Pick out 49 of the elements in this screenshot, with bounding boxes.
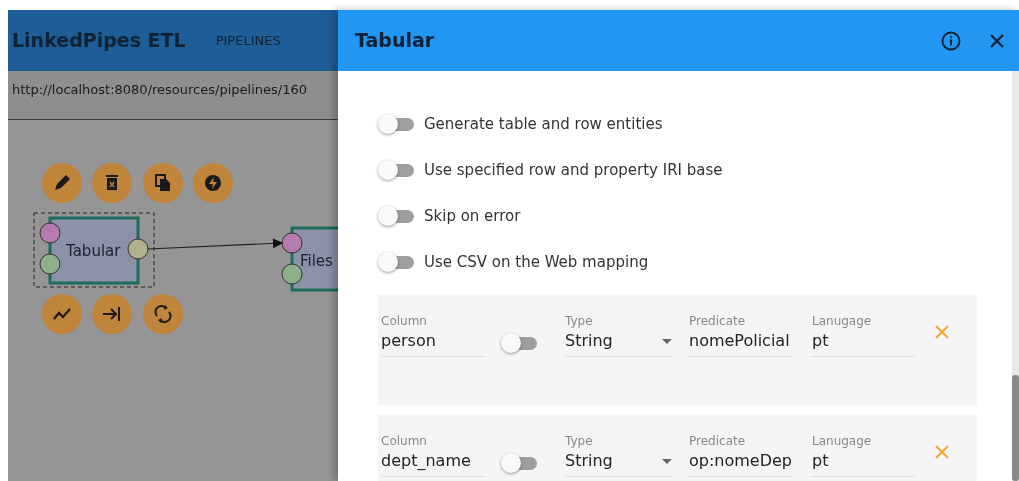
input-port[interactable]	[39, 222, 61, 244]
app-title: LinkedPipes ETL	[12, 28, 186, 54]
edit-button[interactable]	[42, 163, 82, 203]
type-select[interactable]: String	[565, 329, 672, 353]
input-field[interactable]: dept_name	[381, 449, 485, 473]
toggle-switch[interactable]	[501, 453, 537, 473]
input-field[interactable]: pt	[812, 329, 915, 353]
option-label: Use CSV on the Web mapping	[424, 251, 649, 273]
dialog-title: Tabular	[355, 28, 436, 54]
node-label: Files	[300, 252, 333, 270]
field-label: Column	[381, 313, 428, 329]
node-label: Tabular	[66, 242, 121, 260]
toggle-switch[interactable]	[378, 160, 414, 180]
field-label: Type	[565, 433, 594, 449]
caret-icon	[662, 338, 672, 344]
toggle-switch[interactable]	[378, 206, 414, 226]
input-field[interactable]: pt	[812, 449, 915, 473]
field-label: Type	[565, 313, 594, 329]
input-port[interactable]	[281, 263, 303, 285]
scrollbar[interactable]	[1012, 71, 1019, 481]
field-label: Lanugage	[812, 313, 873, 329]
bolt-button[interactable]	[193, 163, 233, 203]
refresh-button[interactable]	[143, 294, 183, 334]
connect-button[interactable]	[92, 294, 132, 334]
url-bar: http://localhost:8080/resources/pipelines/160	[8, 71, 338, 120]
input-field[interactable]: nomePolicial	[689, 329, 791, 353]
input-port[interactable]	[39, 253, 61, 275]
copy-button[interactable]	[143, 163, 183, 203]
caret-icon	[662, 458, 672, 464]
chart-button[interactable]	[42, 294, 82, 334]
option-label: Generate table and row entities	[424, 113, 663, 135]
close-button[interactable]	[989, 32, 1005, 49]
field-label: Column	[381, 433, 428, 449]
option-label: Use specified row and property IRI base	[424, 159, 723, 181]
toggle-switch[interactable]	[501, 333, 537, 353]
field-label: Lanugage	[812, 433, 873, 449]
input-field[interactable]: op:nomeDep	[689, 449, 791, 473]
component-node[interactable]	[48, 216, 140, 285]
input-port[interactable]	[281, 232, 303, 254]
info-button[interactable]	[941, 30, 961, 51]
field-label: Predicate	[689, 313, 747, 329]
input-field[interactable]: person	[381, 329, 485, 353]
delete-button[interactable]	[92, 163, 132, 203]
output-port[interactable]	[127, 238, 149, 260]
toggle-switch[interactable]	[378, 252, 414, 272]
option-label: Skip on error	[424, 205, 521, 227]
type-select[interactable]: String	[565, 449, 672, 473]
toggle-switch[interactable]	[378, 114, 414, 134]
field-label: Predicate	[689, 433, 747, 449]
